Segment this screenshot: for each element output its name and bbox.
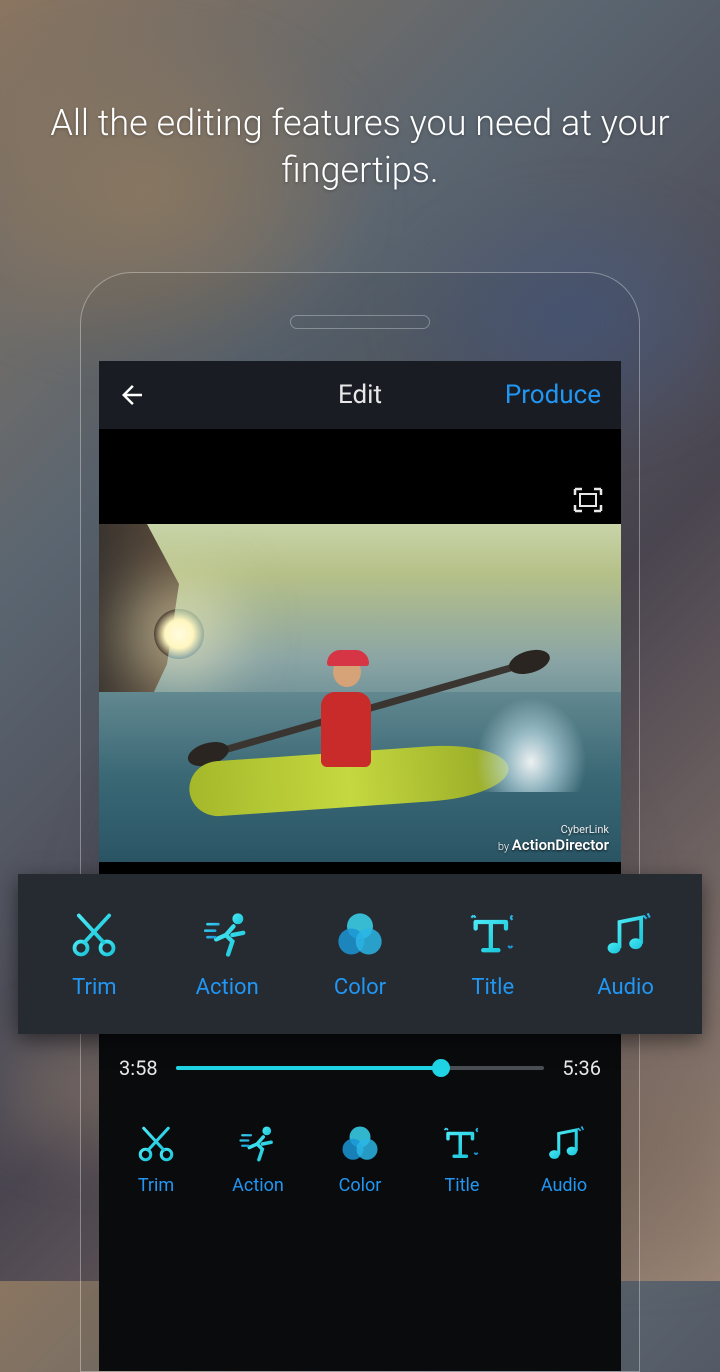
tool-label: Audio [541,1175,587,1196]
tool-action[interactable]: Action [172,909,282,1000]
color-circles-icon [339,1123,381,1165]
music-icon [543,1123,585,1165]
running-icon [201,909,253,961]
tool-audio-inner[interactable]: Audio [522,1123,607,1196]
fullscreen-icon [573,487,603,513]
slider-thumb[interactable] [432,1059,450,1077]
time-current: 3:58 [119,1056,158,1080]
tool-color-inner[interactable]: Color [318,1123,403,1196]
text-icon [467,909,519,961]
slider-fill [176,1066,442,1070]
scissors-icon [135,1123,177,1165]
tool-label: Audio [597,975,654,1000]
titlebar: Edit Produce [99,361,621,429]
time-total: 5:36 [562,1056,601,1080]
running-icon [237,1123,279,1165]
scene-splash [471,692,591,792]
tool-label: Title [471,975,514,1000]
scene-person [309,652,379,767]
music-icon [600,909,652,961]
fullscreen-button[interactable] [573,487,603,517]
tool-action-inner[interactable]: Action [216,1123,301,1196]
app-screen: Edit Produce CyberLi [99,361,621,1371]
timeline: 3:58 5:36 [119,1056,601,1080]
phone-frame: Edit Produce CyberLi [80,272,640,1372]
tool-label: Trim [138,1175,174,1196]
tool-title-inner[interactable]: Title [420,1123,505,1196]
color-circles-icon [334,909,386,961]
tool-label: Trim [72,975,116,1000]
produce-button[interactable]: Produce [505,380,601,410]
tool-label: Action [196,975,259,1000]
text-icon [441,1123,483,1165]
scene-sun [154,609,204,659]
video-watermark: CyberLink by ActionDirector [498,823,609,854]
tool-title[interactable]: Title [438,909,548,1000]
back-button[interactable] [117,380,147,410]
phone-speaker [290,315,430,329]
watermark-line1: CyberLink [498,823,609,836]
tool-label: Title [445,1175,480,1196]
video-preview[interactable]: CyberLink by ActionDirector [99,524,621,862]
watermark-line2: by ActionDirector [498,836,609,854]
tool-color[interactable]: Color [305,909,415,1000]
tool-audio[interactable]: Audio [571,909,681,1000]
toolbar-inner: Trim Action Color Title [99,1111,621,1196]
promo-headline: All the editing features you need at you… [0,100,720,194]
tool-label: Action [232,1175,284,1196]
back-arrow-icon [117,380,147,410]
timeline-slider[interactable] [176,1066,545,1070]
scissors-icon [68,909,120,961]
tool-trim-inner[interactable]: Trim [114,1123,199,1196]
tool-label: Color [334,975,386,1000]
tool-trim[interactable]: Trim [39,909,149,1000]
tool-label: Color [339,1175,382,1196]
toolbar-highlight: Trim Action Color Title Audio [18,874,702,1034]
